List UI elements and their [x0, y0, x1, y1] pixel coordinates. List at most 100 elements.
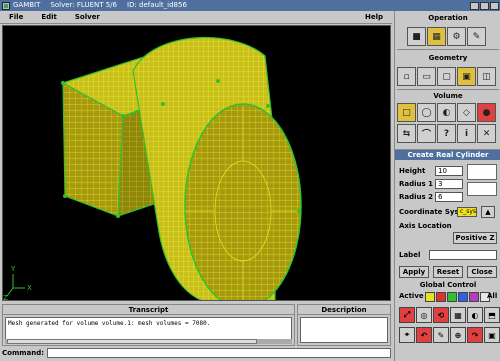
swatch-green[interactable] — [447, 292, 457, 302]
volume-title: Volume — [433, 92, 463, 100]
close-window-button[interactable] — [490, 1, 499, 10]
form-title: Create Real Cylinder — [395, 150, 500, 160]
close-button[interactable]: Close — [467, 266, 497, 278]
radius1-input[interactable]: 3 — [435, 179, 463, 189]
transcript-scrollbar[interactable] — [5, 339, 292, 344]
radius-preview-icon — [467, 182, 497, 196]
graphics-viewport[interactable]: Y X Z — [2, 25, 391, 301]
solver-name: Solver: FLUENT 5/6 — [50, 1, 117, 9]
swatch-yellow[interactable] — [425, 292, 435, 302]
transcript-panel: Transcript Mesh generated for volume vol… — [2, 304, 295, 346]
sweep-volume-icon[interactable]: ⌒ — [417, 124, 436, 143]
command-bar: Command: — [2, 347, 391, 359]
model-center-icon[interactable]: ⊕ — [450, 327, 466, 343]
height-label: Height — [399, 167, 426, 175]
fit-to-window-icon[interactable]: ⤢ — [399, 307, 415, 323]
all-label: All — [487, 292, 498, 300]
geometry-operation-icon[interactable]: ■ — [407, 27, 426, 46]
radius2-label: Radius 2 — [399, 193, 433, 201]
measure-icon[interactable]: ⌖ — [399, 327, 415, 343]
coord-sys-picker[interactable]: c_sys — [457, 207, 477, 217]
radius2-input[interactable]: 6 — [435, 192, 463, 202]
menu-file[interactable]: File — [0, 13, 32, 21]
description-icon[interactable]: ✎ — [433, 327, 449, 343]
global-control-row1: ⤢ ◎ ⟲ ▦ ◐ ⬒ — [399, 307, 500, 323]
height-input[interactable]: 10 — [435, 166, 463, 176]
swatch-blue[interactable] — [458, 292, 468, 302]
reset-button[interactable]: Reset — [433, 266, 463, 278]
volume-toolbar-row2: ⇆ ⌒ ? i ✕ — [397, 124, 497, 143]
transcript-line: Mesh generated for volume volume.1: mesh… — [8, 320, 211, 327]
render-model-icon[interactable]: ◐ — [467, 307, 483, 323]
face-icon[interactable]: ▢ — [437, 67, 456, 86]
label-field-label: Label — [399, 251, 421, 259]
description-title: Description — [298, 305, 390, 315]
app-name: GAMBIT — [13, 1, 41, 9]
edge-icon[interactable]: ▭ — [417, 67, 436, 86]
select-pivot-icon[interactable]: ◎ — [416, 307, 432, 323]
cylinder-preview-icon — [467, 164, 497, 180]
color-swatches — [425, 292, 491, 302]
vertex-icon[interactable]: ▫ — [397, 67, 416, 86]
global-control-row2: ⌖ ↶ ✎ ⊕ ↷ ▣ — [399, 327, 500, 343]
delete-volume-icon[interactable]: ✕ — [477, 124, 496, 143]
undo-icon[interactable]: ↶ — [416, 327, 432, 343]
volume-icon[interactable]: ▣ — [457, 67, 476, 86]
color-wheel-icon[interactable]: ● — [477, 103, 496, 122]
label-input[interactable] — [429, 250, 497, 260]
axis-location-label: Axis Location — [399, 222, 452, 230]
transcript-text[interactable]: Mesh generated for volume volume.1: mesh… — [5, 317, 292, 341]
axis-triad-icon — [6, 274, 25, 297]
global-control-title: Global Control — [419, 281, 477, 289]
zones-operation-icon[interactable]: ⚙ — [447, 27, 466, 46]
description-panel: Description — [297, 304, 391, 346]
swatch-red[interactable] — [436, 292, 446, 302]
command-input[interactable] — [47, 348, 391, 358]
menu-solver[interactable]: Solver — [66, 13, 109, 21]
description-text — [300, 317, 388, 343]
create-real-cylinder-form: Create Real Cylinder Height 10 Radius 1 … — [395, 149, 500, 279]
examine-mesh-icon[interactable]: ▣ — [484, 327, 500, 343]
axis-z-label: Z — [3, 294, 8, 301]
split-volume-icon[interactable]: ◇ — [457, 103, 476, 122]
move-volume-icon[interactable]: ◯ — [417, 103, 436, 122]
axis-x-label: X — [27, 284, 32, 292]
title-bar: GAMBIT Solver: FLUENT 5/6 ID: default_id… — [0, 0, 500, 11]
maximize-button[interactable] — [480, 1, 489, 10]
coord-sys-arrow-button[interactable]: ▲ — [481, 206, 495, 218]
axis-y-label: Y — [10, 265, 16, 273]
control-panel: Operation ■ ▦ ⚙ ✎ Geometry ▫ ▭ ▢ ▣ ◫ Vol… — [394, 11, 500, 361]
geometry-title: Geometry — [428, 54, 468, 62]
transcript-title: Transcript — [3, 305, 294, 315]
boolean-volume-icon[interactable]: ◐ — [437, 103, 456, 122]
menu-help[interactable]: Help — [356, 13, 392, 21]
geometry-toolbar: ▫ ▭ ▢ ▣ ◫ — [397, 67, 497, 86]
volume-toolbar-row1: □ ◯ ◐ ◇ ● — [397, 103, 497, 122]
coord-sys-label: Coordinate Sys. — [399, 208, 462, 216]
display-attributes-icon[interactable]: ▦ — [450, 307, 466, 323]
menu-bar: File Edit Solver Help — [0, 11, 392, 24]
minimize-button[interactable] — [470, 1, 479, 10]
operation-toolbar: ■ ▦ ⚙ ✎ — [407, 27, 487, 46]
axis-location-dropdown[interactable]: Positive Z — [453, 232, 497, 244]
gambit-window: GAMBIT Solver: FLUENT 5/6 ID: default_id… — [0, 0, 500, 361]
menu-edit[interactable]: Edit — [32, 13, 66, 21]
connect-volume-icon[interactable]: ⇆ — [397, 124, 416, 143]
apply-button[interactable]: Apply — [399, 266, 429, 278]
tools-operation-icon[interactable]: ✎ — [467, 27, 486, 46]
active-label: Active — [399, 292, 424, 300]
mesh-model: Y X Z — [3, 37, 302, 301]
gambit-logo-icon — [2, 1, 10, 10]
specify-color-icon[interactable]: ⬒ — [484, 307, 500, 323]
query-volume-icon[interactable]: ? — [437, 124, 456, 143]
mesh-operation-icon[interactable]: ▦ — [427, 27, 446, 46]
redo-icon[interactable]: ↷ — [467, 327, 483, 343]
orient-model-icon[interactable]: ⟲ — [433, 307, 449, 323]
command-label: Command: — [2, 349, 45, 357]
info-volume-icon[interactable]: i — [457, 124, 476, 143]
swatch-purple[interactable] — [469, 292, 479, 302]
create-volume-icon[interactable]: □ — [397, 103, 416, 122]
group-icon[interactable]: ◫ — [477, 67, 496, 86]
radius1-label: Radius 1 — [399, 180, 433, 188]
operation-title: Operation — [428, 14, 468, 22]
